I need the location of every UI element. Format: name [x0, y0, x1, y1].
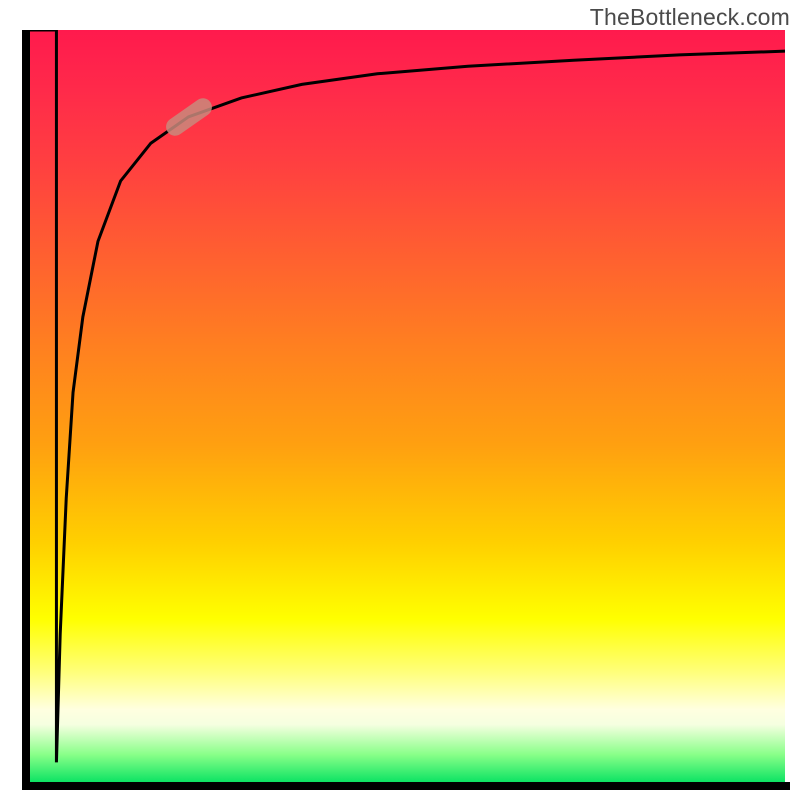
y-axis: [22, 30, 30, 790]
curve-svg: [30, 30, 785, 785]
x-axis: [22, 782, 790, 790]
bottleneck-curve: [30, 30, 785, 762]
chart-container: TheBottleneck.com: [0, 0, 800, 800]
attribution-text: TheBottleneck.com: [590, 4, 790, 31]
